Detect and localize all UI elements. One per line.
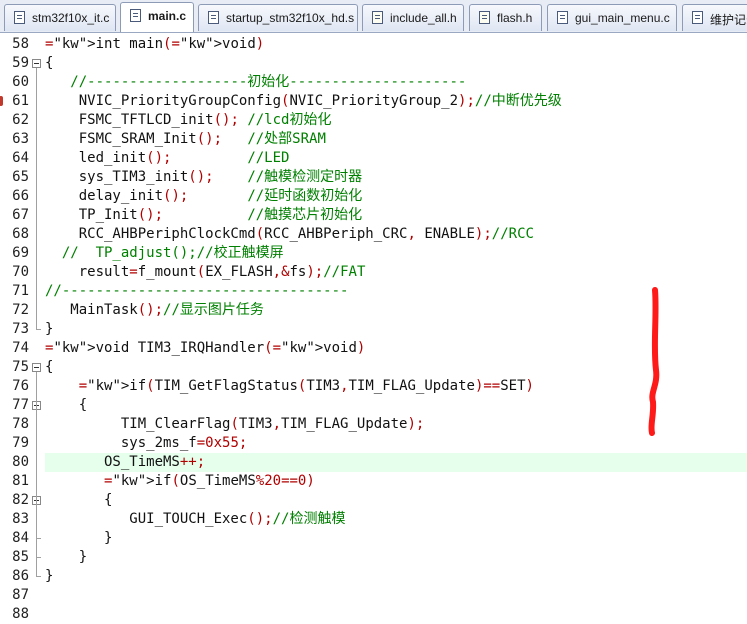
line-number: 62 bbox=[12, 112, 29, 128]
fold-end bbox=[36, 576, 41, 577]
line-number: 76 bbox=[12, 378, 29, 394]
code-line[interactable]: TIM_ClearFlag(TIM3,TIM_FLAG_Update); bbox=[45, 415, 425, 434]
code-line[interactable]: } bbox=[45, 548, 87, 567]
code-line[interactable]: } bbox=[45, 567, 53, 586]
tab-stm32f10x-it-c[interactable]: stm32f10x_it.c bbox=[4, 4, 116, 31]
tab-label: flash.h bbox=[497, 11, 533, 25]
code-line[interactable]: { bbox=[45, 358, 53, 377]
breakpoint-marker[interactable] bbox=[0, 96, 3, 106]
c-file-icon bbox=[130, 9, 141, 22]
fold-end bbox=[36, 557, 41, 558]
line-number: 84 bbox=[12, 530, 29, 546]
tab-main-c[interactable]: main.c bbox=[120, 2, 194, 32]
line-number: 64 bbox=[12, 150, 29, 166]
code-line[interactable]: ="kw">if(TIM_GetFlagStatus(TIM3,TIM_FLAG… bbox=[45, 377, 534, 396]
line-number: 75 bbox=[12, 359, 29, 375]
code-line[interactable]: // TP_adjust();//校正触模屏 bbox=[45, 244, 284, 263]
code-line[interactable]: TP_Init(); //触摸芯片初始化 bbox=[45, 206, 362, 225]
line-number: 78 bbox=[12, 416, 29, 432]
tab-gui-main-menu-c[interactable]: gui_main_menu.c bbox=[547, 4, 677, 31]
code-line[interactable]: { bbox=[45, 54, 53, 73]
tab-maintenance-log[interactable]: 维护记录 bbox=[682, 4, 747, 31]
code-line[interactable]: { bbox=[45, 491, 112, 510]
tab-startup-s[interactable]: startup_stm32f10x_hd.s bbox=[198, 4, 358, 31]
tab-label: gui_main_menu.c bbox=[575, 11, 670, 25]
code-line[interactable]: FSMC_TFTLCD_init(); //lcd初始化 bbox=[45, 111, 332, 130]
asm-file-icon bbox=[208, 11, 219, 24]
line-number: 73 bbox=[12, 321, 29, 337]
code-line[interactable]: MainTask();//显示图片任务 bbox=[45, 301, 264, 320]
line-number: 85 bbox=[12, 549, 29, 565]
line-number: 58 bbox=[12, 36, 29, 52]
line-number: 80 bbox=[12, 454, 29, 470]
code-line[interactable]: ="kw">int main(="kw">void) bbox=[45, 35, 264, 54]
tab-label: 维护记录 bbox=[710, 13, 747, 27]
fold-toggle-icon[interactable] bbox=[32, 363, 41, 372]
line-number: 77 bbox=[12, 397, 29, 413]
code-line[interactable]: //---------------------------------- bbox=[45, 282, 348, 301]
line-number: 71 bbox=[12, 283, 29, 299]
tab-label: main.c bbox=[148, 9, 187, 23]
line-number: 68 bbox=[12, 226, 29, 242]
line-number: 83 bbox=[12, 511, 29, 527]
code-line[interactable]: NVIC_PriorityGroupConfig(NVIC_PriorityGr… bbox=[45, 92, 562, 111]
line-number: 61 bbox=[12, 93, 29, 109]
h-file-icon bbox=[372, 11, 383, 24]
fold-guide bbox=[36, 68, 37, 329]
line-number: 67 bbox=[12, 207, 29, 223]
code-line[interactable]: sys_2ms_f=0x55; bbox=[45, 434, 247, 453]
code-line[interactable]: sys_TIM3_init(); //触模检测定时器 bbox=[45, 168, 362, 187]
line-number: 82 bbox=[12, 492, 29, 508]
h-file-icon bbox=[479, 11, 490, 24]
line-number: 60 bbox=[12, 74, 29, 90]
code-line[interactable]: //-------------------初始化----------------… bbox=[45, 73, 466, 92]
line-number: 72 bbox=[12, 302, 29, 318]
line-number: 81 bbox=[12, 473, 29, 489]
line-number: 70 bbox=[12, 264, 29, 280]
line-number: 59 bbox=[12, 55, 29, 71]
tab-flash-h[interactable]: flash.h bbox=[469, 4, 542, 31]
code-line[interactable]: result=f_mount(EX_FLASH,&fs);//FAT bbox=[45, 263, 366, 282]
c-file-icon bbox=[14, 11, 25, 24]
line-number: 88 bbox=[12, 606, 29, 622]
line-number: 66 bbox=[12, 188, 29, 204]
line-number-gutter[interactable]: 58 59 60 61 62 63 64 65 66 67 68 69 70 71 72 73 74 75 76 77… bbox=[0, 33, 44, 622]
fold-end bbox=[36, 329, 41, 330]
code-line[interactable]: } bbox=[45, 529, 112, 548]
fold-guide bbox=[36, 505, 37, 538]
code-line[interactable]: { bbox=[45, 396, 87, 415]
code-editor[interactable]: ="kw">int main(="kw">void){ //----------… bbox=[45, 33, 747, 619]
line-number: 63 bbox=[12, 131, 29, 147]
code-line[interactable]: RCC_AHBPeriphClockCmd(RCC_AHBPeriph_CRC,… bbox=[45, 225, 534, 244]
fold-end bbox=[36, 538, 41, 539]
code-line[interactable]: delay_init(); //延时函数初始化 bbox=[45, 187, 363, 206]
code-line[interactable]: OS_TimeMS++; bbox=[45, 453, 205, 472]
c-file-icon bbox=[692, 11, 703, 24]
tab-include-all-h[interactable]: include_all.h bbox=[362, 4, 464, 31]
c-file-icon bbox=[557, 11, 568, 24]
code-line[interactable]: ="kw">if(OS_TimeMS%20==0) bbox=[45, 472, 315, 491]
tab-label: stm32f10x_it.c bbox=[32, 11, 110, 25]
code-line[interactable]: GUI_TOUCH_Exec();//检测触模 bbox=[45, 510, 345, 529]
code-line[interactable]: } bbox=[45, 320, 53, 339]
line-number: 69 bbox=[12, 245, 29, 261]
code-line[interactable]: led_init(); //LED bbox=[45, 149, 290, 168]
code-line[interactable]: ="kw">void TIM3_IRQHandler(="kw">void) bbox=[45, 339, 365, 358]
line-number: 86 bbox=[12, 568, 29, 584]
line-number: 79 bbox=[12, 435, 29, 451]
fold-toggle-icon[interactable] bbox=[32, 59, 41, 68]
line-number: 65 bbox=[12, 169, 29, 185]
line-number: 74 bbox=[12, 340, 29, 356]
tab-label: include_all.h bbox=[390, 11, 457, 25]
line-number: 87 bbox=[12, 587, 29, 603]
tab-label: startup_stm32f10x_hd.s bbox=[226, 11, 355, 25]
code-line[interactable]: FSMC_SRAM_Init(); //处部SRAM bbox=[45, 130, 326, 149]
file-tab-bar: stm32f10x_it.c main.c startup_stm32f10x_… bbox=[0, 0, 747, 33]
